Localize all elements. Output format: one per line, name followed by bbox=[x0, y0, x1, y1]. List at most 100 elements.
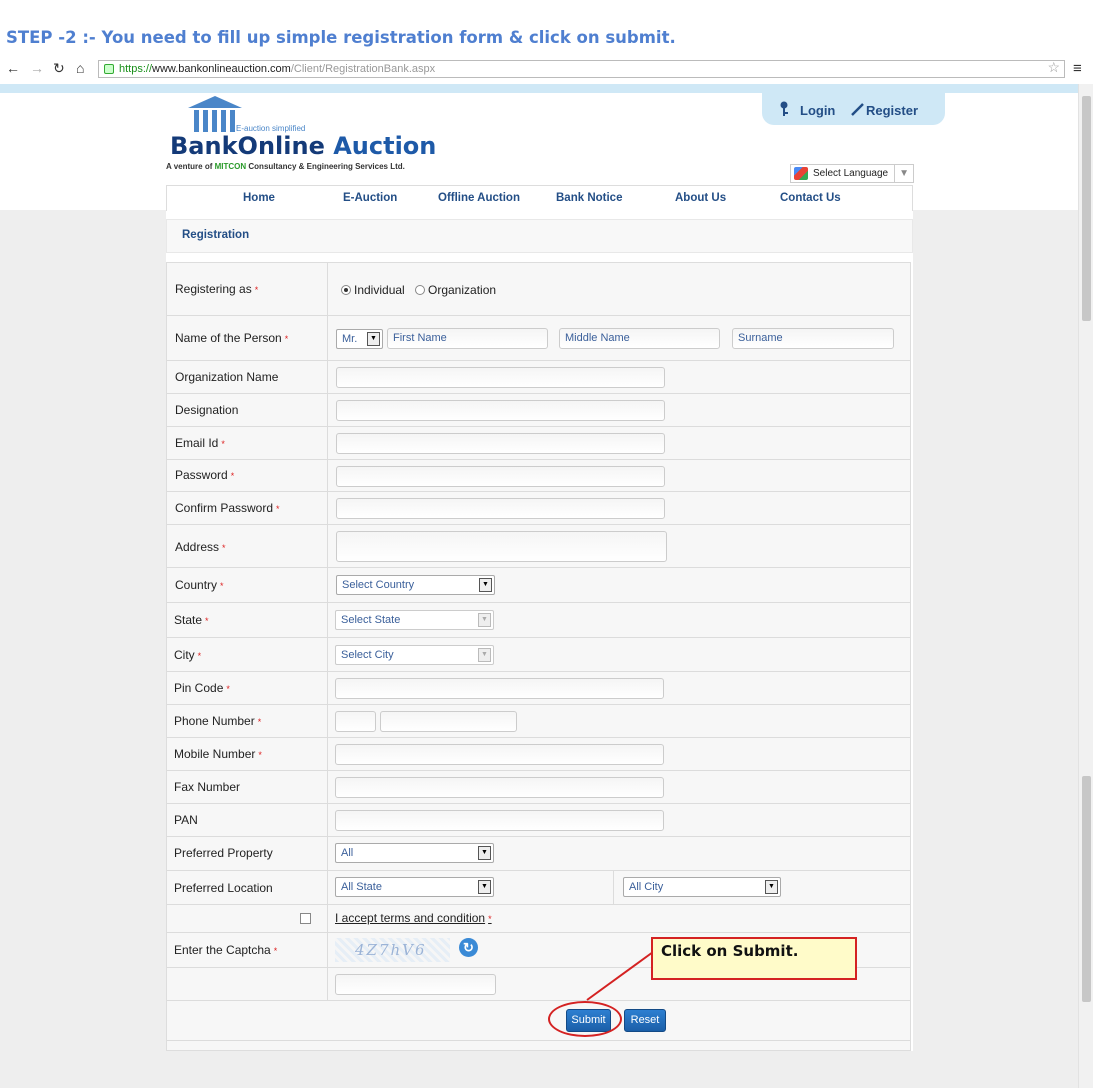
row-divider bbox=[167, 393, 910, 394]
city-select[interactable]: Select City ▼ bbox=[335, 645, 494, 665]
captcha-input[interactable] bbox=[335, 974, 496, 995]
back-icon[interactable]: ← bbox=[6, 60, 20, 76]
nav-contact-us[interactable]: Contact Us bbox=[780, 192, 841, 204]
refresh-icon[interactable]: ↻ bbox=[459, 938, 478, 957]
reload-icon[interactable]: ↻ bbox=[53, 60, 65, 77]
google-translate-icon bbox=[794, 167, 808, 180]
required-mark: * bbox=[230, 471, 235, 481]
password-label: Password * bbox=[175, 468, 234, 482]
email-input[interactable] bbox=[336, 433, 665, 454]
forward-icon[interactable]: → bbox=[30, 60, 44, 76]
bookmark-star-icon[interactable]: ☆ bbox=[1047, 59, 1060, 75]
registering-as-text: Registering as bbox=[175, 282, 252, 296]
radio-individual-label[interactable]: Individual bbox=[354, 283, 405, 297]
row-divider bbox=[167, 803, 910, 804]
password-text: Password bbox=[175, 468, 228, 482]
required-mark: * bbox=[226, 684, 230, 694]
reset-button[interactable]: Reset bbox=[624, 1009, 666, 1032]
row-divider bbox=[167, 524, 910, 525]
city-select-value: Select City bbox=[341, 649, 394, 661]
country-label: Country * bbox=[175, 578, 224, 592]
confirm-password-input[interactable] bbox=[336, 498, 665, 519]
nav-e-auction[interactable]: E-Auction bbox=[343, 192, 397, 204]
pan-input[interactable] bbox=[335, 810, 664, 831]
terms-text: I accept terms and condition bbox=[335, 911, 486, 925]
organization-name-label: Organization Name bbox=[175, 370, 279, 384]
nav-bank-notice[interactable]: Bank Notice bbox=[556, 192, 622, 204]
mobile-label: Mobile Number * bbox=[174, 747, 262, 761]
row-divider bbox=[167, 315, 910, 316]
row-divider bbox=[167, 637, 910, 638]
url-path: /Client/RegistrationBank.aspx bbox=[290, 63, 436, 75]
preferred-property-select[interactable]: All ▼ bbox=[335, 843, 494, 863]
pin-code-input[interactable] bbox=[335, 678, 664, 699]
scrollbar-thumb[interactable] bbox=[1082, 776, 1091, 1002]
callout-pointer bbox=[586, 951, 654, 1001]
name-person-text: Name of the Person bbox=[175, 331, 282, 345]
password-input[interactable] bbox=[336, 466, 665, 487]
page-title: Registration bbox=[182, 229, 250, 241]
title-select[interactable]: Mr. ▼ bbox=[336, 329, 383, 349]
organization-name-input[interactable] bbox=[336, 367, 665, 388]
required-mark: * bbox=[197, 651, 202, 661]
row-divider bbox=[167, 360, 910, 361]
radio-organization-label[interactable]: Organization bbox=[428, 283, 496, 297]
fax-label: Fax Number bbox=[174, 780, 241, 794]
venture-prefix: A venture of bbox=[166, 162, 215, 171]
phone-std-input[interactable] bbox=[335, 711, 376, 732]
chevron-down-icon: ▼ bbox=[478, 846, 491, 860]
address-bar[interactable]: https://www.bankonlineauction.com/Client… bbox=[98, 59, 1065, 78]
url-scheme: https:// bbox=[119, 63, 153, 75]
radio-individual[interactable] bbox=[341, 285, 351, 295]
mobile-input[interactable] bbox=[335, 744, 664, 765]
phone-number-input[interactable] bbox=[380, 711, 517, 732]
state-text: State bbox=[174, 613, 203, 627]
required-mark: * bbox=[221, 439, 225, 449]
pencil-icon bbox=[851, 103, 864, 116]
designation-input[interactable] bbox=[336, 400, 665, 421]
browser-menu-icon[interactable]: ≡ bbox=[1073, 60, 1082, 77]
step-heading: STEP -2 :- You need to fill up simple re… bbox=[6, 28, 676, 47]
country-select[interactable]: Select Country ▼ bbox=[336, 575, 495, 595]
surname-input[interactable]: Surname bbox=[732, 328, 894, 349]
first-name-input[interactable]: First Name bbox=[387, 328, 548, 349]
site-logo[interactable]: BankOnline Auction bbox=[170, 132, 436, 160]
fax-input[interactable] bbox=[335, 777, 664, 798]
row-divider bbox=[167, 602, 910, 603]
address-text: Address bbox=[175, 540, 220, 554]
row-divider bbox=[167, 870, 910, 871]
state-select-value: Select State bbox=[341, 614, 401, 626]
pin-code-text: Pin Code bbox=[174, 681, 224, 695]
middle-name-input[interactable]: Middle Name bbox=[559, 328, 720, 349]
page-scrollbar[interactable] bbox=[1078, 84, 1093, 1088]
nav-about-us[interactable]: About Us bbox=[675, 192, 726, 204]
language-select[interactable]: Select Language ▼ bbox=[790, 164, 914, 183]
preferred-city-value: All City bbox=[629, 881, 664, 893]
row-divider bbox=[167, 904, 910, 905]
state-select[interactable]: Select State ▼ bbox=[335, 610, 494, 630]
nav-offline-auction[interactable]: Offline Auction bbox=[438, 192, 520, 204]
register-link[interactable]: Register bbox=[866, 103, 918, 118]
row-divider bbox=[167, 491, 910, 492]
scrollbar-thumb-top[interactable] bbox=[1082, 96, 1091, 321]
address-textarea[interactable] bbox=[336, 531, 667, 562]
captcha-text: Enter the Captcha bbox=[174, 943, 271, 957]
confirm-password-text: Confirm Password bbox=[175, 501, 274, 515]
preferred-property-label: Preferred Property bbox=[174, 846, 273, 860]
row-divider bbox=[167, 932, 910, 933]
preferred-city-select[interactable]: All City ▼ bbox=[623, 877, 781, 897]
login-link[interactable]: Login bbox=[800, 103, 835, 118]
nav-home[interactable]: Home bbox=[243, 192, 275, 204]
pan-label: PAN bbox=[174, 813, 198, 827]
terms-checkbox[interactable] bbox=[300, 913, 311, 924]
pin-code-label: Pin Code * bbox=[174, 681, 230, 695]
terms-link[interactable]: I accept terms and condition * bbox=[335, 911, 492, 925]
row-divider bbox=[167, 567, 910, 568]
preferred-state-select[interactable]: All State ▼ bbox=[335, 877, 494, 897]
state-label: State * bbox=[174, 613, 209, 627]
radio-organization[interactable] bbox=[415, 285, 425, 295]
row-divider bbox=[167, 836, 910, 837]
required-mark: * bbox=[257, 717, 262, 727]
column-divider bbox=[327, 263, 328, 1000]
home-icon[interactable]: ⌂ bbox=[76, 60, 84, 76]
